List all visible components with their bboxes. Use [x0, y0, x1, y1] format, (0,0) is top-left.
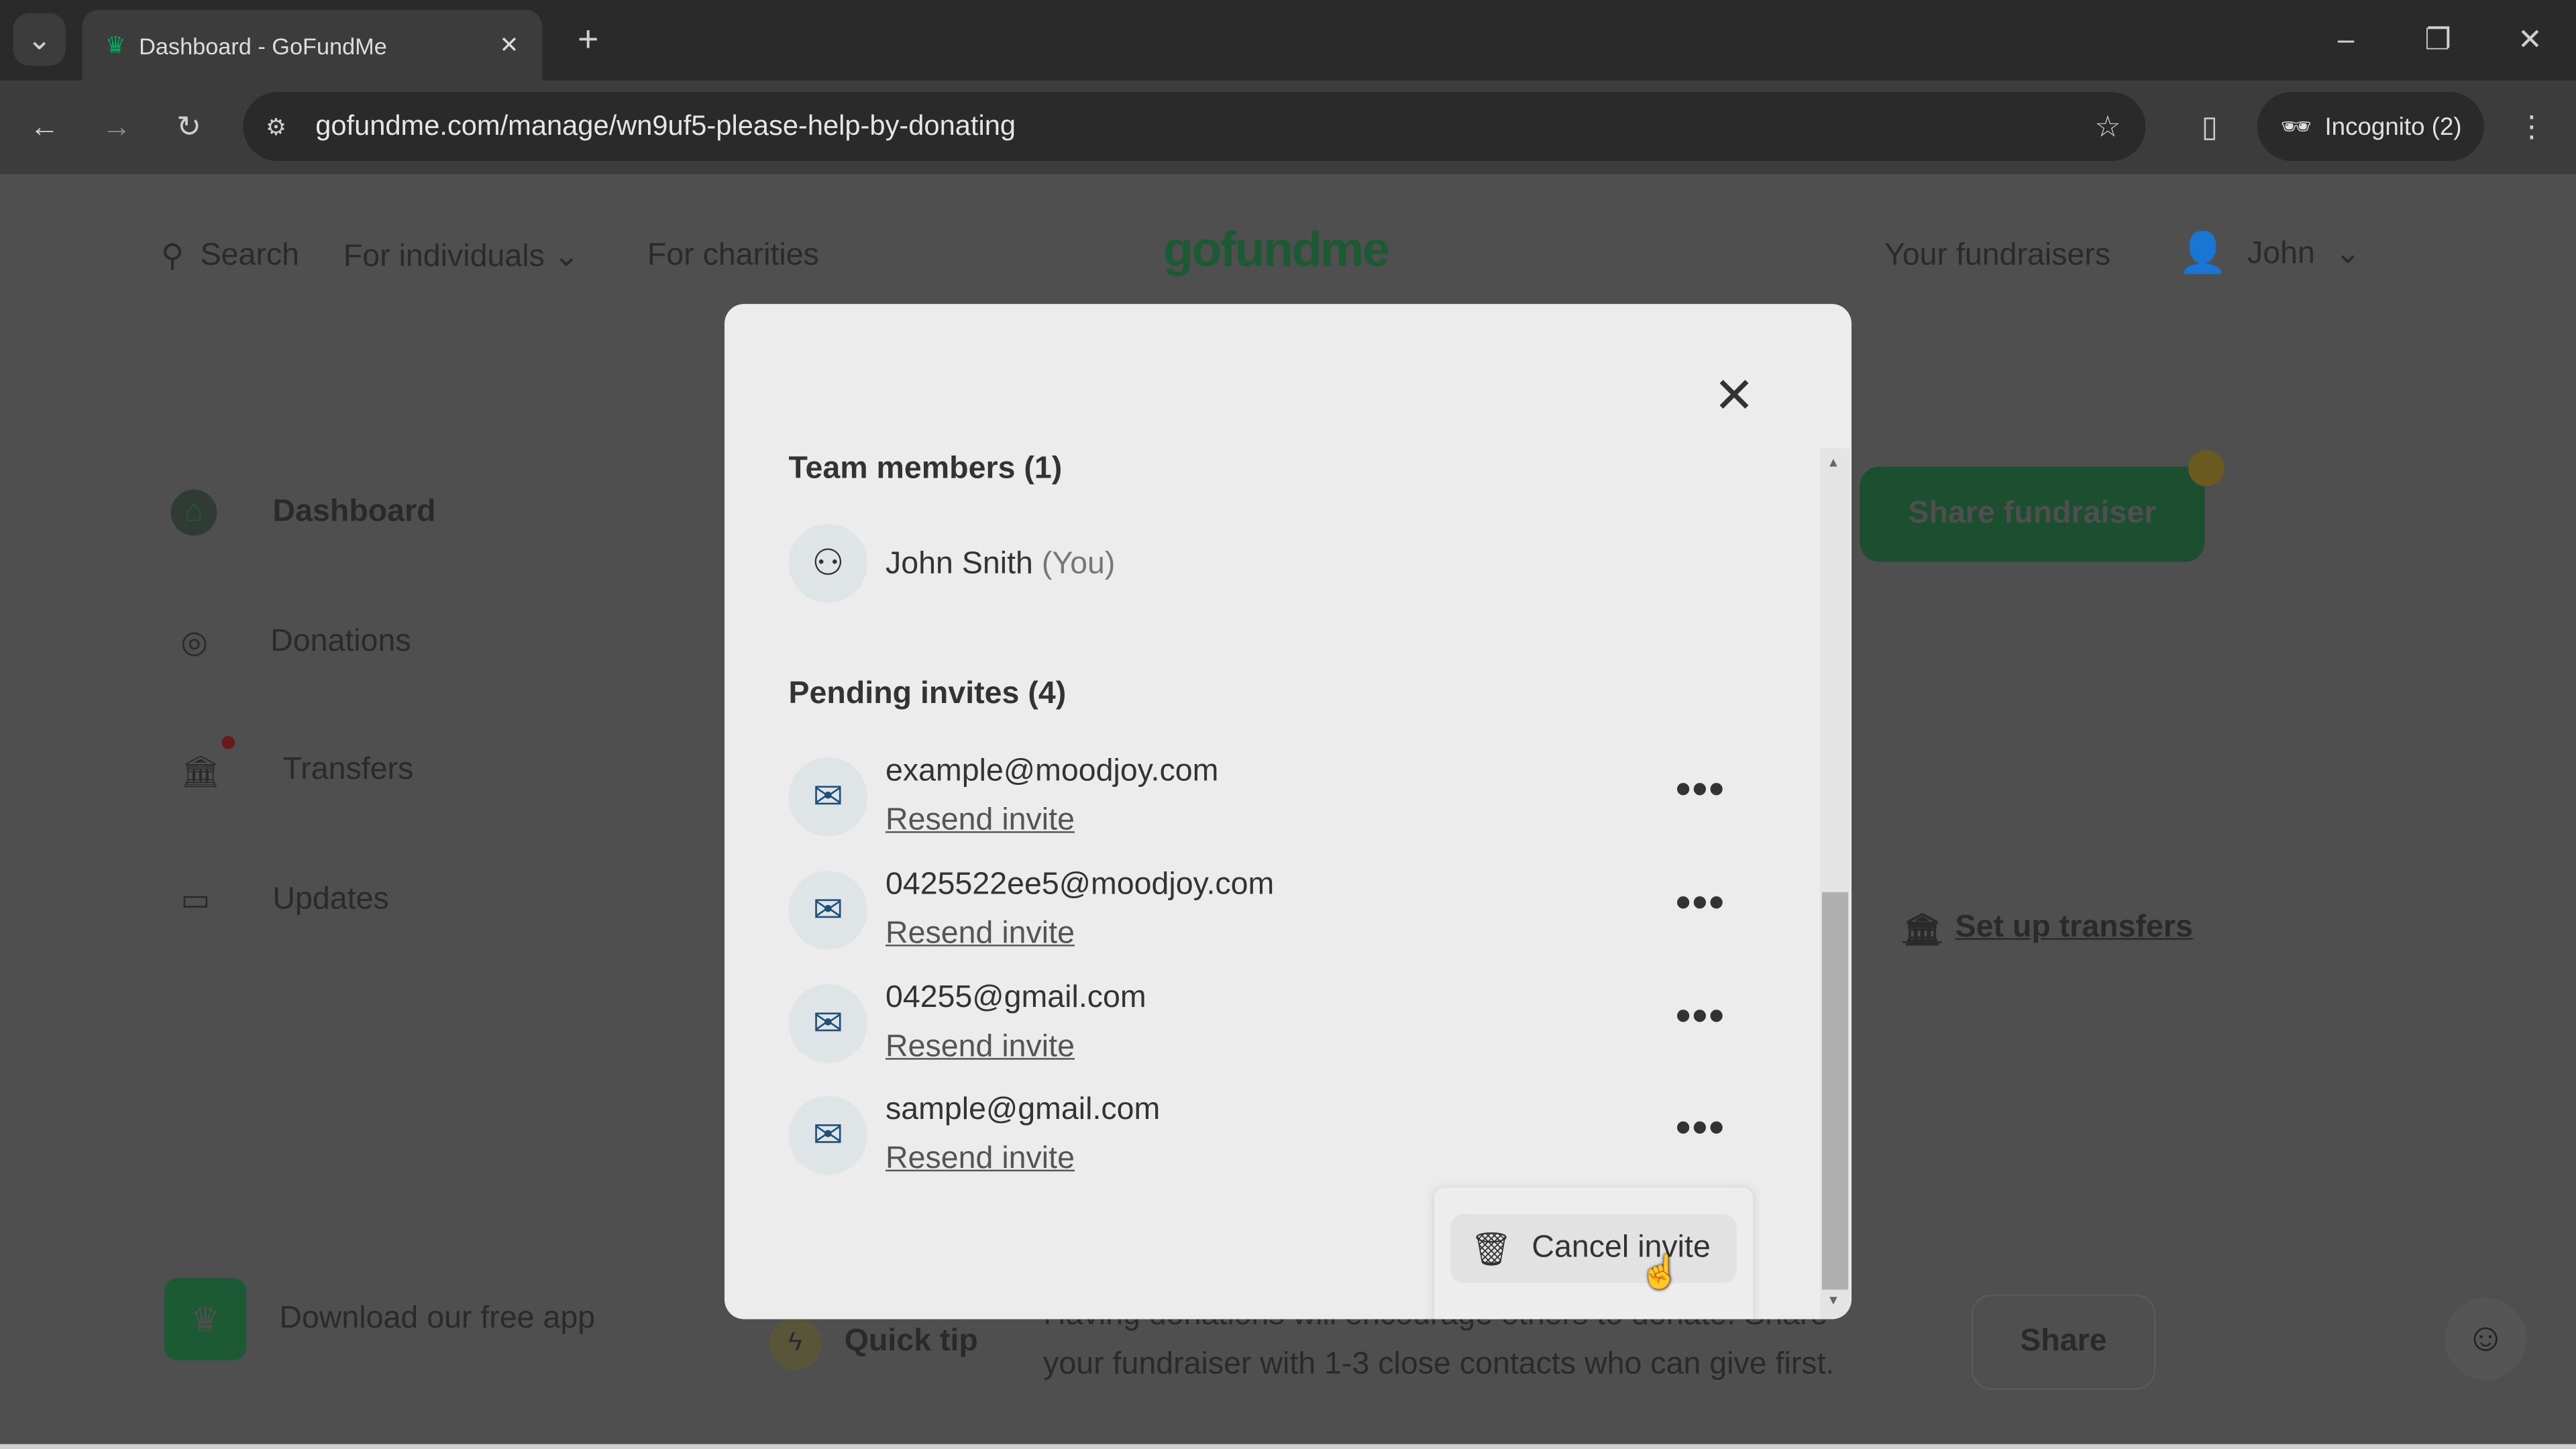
site-info-icon[interactable]: ⚙: [256, 105, 296, 148]
resend-invite-link[interactable]: Resend invite: [885, 1142, 1075, 1178]
cancel-invite-label: Cancel invite: [1532, 1230, 1711, 1265]
sidebar-item-dashboard[interactable]: ⌂ Dashboard: [170, 489, 436, 536]
bank-icon: 🏛: [1902, 913, 1943, 949]
more-options-icon[interactable]: •••: [1676, 764, 1725, 815]
resend-invite-link[interactable]: Resend invite: [885, 1030, 1075, 1067]
quick-tip-text-2: your fundraiser with 1-3 close contacts …: [1043, 1347, 1835, 1382]
page-bottom-edge: [0, 1444, 2576, 1449]
back-icon[interactable]: ←: [23, 105, 66, 148]
incognito-button[interactable]: 🕶 Incognito (2): [2257, 92, 2484, 162]
search-icon: ⚲: [161, 239, 184, 274]
share-fundraiser-button[interactable]: Share fundraiser: [1860, 466, 2205, 562]
mouse-cursor-icon: ☝: [1640, 1255, 1681, 1291]
app-logo-icon: ♛: [164, 1278, 247, 1360]
incognito-icon: 🕶: [2280, 113, 2312, 142]
gofundme-logo[interactable]: gofundme: [1163, 223, 1390, 279]
set-up-transfers-link[interactable]: 🏛 Set up transfers: [1902, 910, 2193, 950]
donations-icon: ◎: [180, 626, 209, 661]
for-charities-link[interactable]: For charities: [647, 238, 819, 274]
more-options-icon[interactable]: •••: [1676, 1102, 1725, 1153]
minimize-icon[interactable]: –: [2326, 16, 2366, 62]
sidebar-label: Updates: [272, 882, 389, 917]
sidebar-item-updates[interactable]: ▭ Updates: [180, 882, 388, 920]
mail-icon: ✉: [788, 1095, 868, 1175]
incognito-label: Incognito (2): [2324, 112, 2462, 141]
mail-icon: ✉: [788, 870, 868, 950]
restore-icon[interactable]: ❐: [2418, 16, 2458, 62]
tab-dashboard[interactable]: ♛ Dashboard - GoFundMe ✕: [82, 9, 543, 81]
member-you-label: (You): [1041, 547, 1116, 582]
address-bar[interactable]: gofundme.com/manage/wn9uf5-please-help-b…: [243, 92, 2146, 162]
tab-search-button[interactable]: ⌄: [13, 13, 66, 66]
user-menu[interactable]: 👤 John ⌄: [2178, 230, 2361, 278]
set-up-transfers-label: Set up transfers: [1955, 910, 2193, 945]
badge-dot: [2188, 450, 2224, 486]
cancel-invite-menu-item[interactable]: 🗑 Cancel invite: [1450, 1214, 1737, 1283]
resend-invite-link[interactable]: Resend invite: [885, 804, 1075, 840]
sidebar-item-transfers[interactable]: 🏛 Transfers: [180, 753, 413, 792]
more-options-icon[interactable]: •••: [1676, 877, 1725, 928]
modal-scrollbar[interactable]: ▲ ▼: [1820, 448, 1850, 1320]
download-app-link[interactable]: Download our free app: [279, 1301, 595, 1338]
invite-email: 0425522ee5@moodjoy.com: [885, 867, 1275, 902]
gofundme-favicon-icon: ♛: [105, 31, 126, 58]
menu-kebab-icon[interactable]: ⋮: [2514, 105, 2550, 148]
lightning-icon: ϟ: [769, 1318, 822, 1371]
invite-email: sample@gmail.com: [885, 1092, 1161, 1128]
tab-title: Dashboard - GoFundMe: [139, 32, 387, 58]
home-icon: ⌂: [170, 489, 217, 536]
member-avatar-icon: ⚇: [788, 524, 868, 603]
member-name: John Snith: [885, 547, 1033, 582]
invite-email: 04255@gmail.com: [885, 981, 1146, 1016]
close-icon[interactable]: ✕: [1713, 372, 1755, 422]
your-fundraisers-link[interactable]: Your fundraisers: [1884, 238, 2110, 274]
updates-icon: ▭: [180, 883, 211, 918]
resend-invite-link[interactable]: Resend invite: [885, 917, 1075, 953]
chevron-down-icon: ⌄: [2334, 236, 2361, 272]
user-icon: 👤: [2178, 231, 2228, 276]
close-window-icon[interactable]: ✕: [2510, 16, 2550, 62]
team-members-modal: ✕ Team members (1) ⚇ John Snith (You) Pe…: [724, 304, 1852, 1320]
quick-tip-label: Quick tip: [844, 1324, 978, 1359]
more-options-icon[interactable]: •••: [1676, 991, 1725, 1042]
sidebar-item-donations[interactable]: ◎ Donations: [180, 625, 411, 662]
sidebar-label: Transfers: [282, 752, 414, 788]
side-panel-icon[interactable]: ▯: [2188, 105, 2231, 148]
invite-options-menu: 🗑 Cancel invite: [1434, 1187, 1754, 1320]
mail-icon: ✉: [788, 757, 868, 837]
url-text: gofundme.com/manage/wn9uf5-please-help-b…: [315, 110, 1016, 142]
search-link[interactable]: ⚲ Search: [161, 238, 299, 276]
reload-icon[interactable]: ↻: [168, 105, 211, 148]
share-button[interactable]: Share: [1971, 1294, 2156, 1390]
sidebar-label: Donations: [270, 624, 411, 659]
close-tab-icon[interactable]: ✕: [499, 32, 519, 60]
chevron-down-icon: ⌄: [553, 239, 580, 274]
bookmark-star-icon[interactable]: ☆: [2086, 105, 2129, 148]
bank-icon: 🏛: [180, 755, 221, 790]
for-individuals-label: For individuals: [343, 239, 545, 274]
for-individuals-menu[interactable]: For individuals ⌄: [343, 238, 580, 276]
forward-icon[interactable]: →: [95, 105, 138, 148]
sidebar-label: Dashboard: [272, 494, 436, 529]
user-name: John: [2247, 235, 2315, 270]
notification-dot: [221, 736, 235, 749]
trash-icon: 🗑: [1470, 1231, 1513, 1268]
scroll-up-icon[interactable]: ▲: [1827, 455, 1839, 470]
search-label: Search: [200, 238, 300, 273]
pending-invites-heading: Pending invites (4): [788, 676, 1067, 712]
scroll-down-icon[interactable]: ▼: [1827, 1293, 1839, 1307]
team-members-heading: Team members (1): [788, 451, 1063, 486]
invite-email: example@moodjoy.com: [885, 754, 1219, 789]
mail-icon: ✉: [788, 983, 868, 1063]
new-tab-icon[interactable]: +: [568, 18, 608, 59]
help-chat-icon[interactable]: ☺: [2445, 1297, 2527, 1381]
scrollbar-thumb[interactable]: [1821, 892, 1849, 1290]
